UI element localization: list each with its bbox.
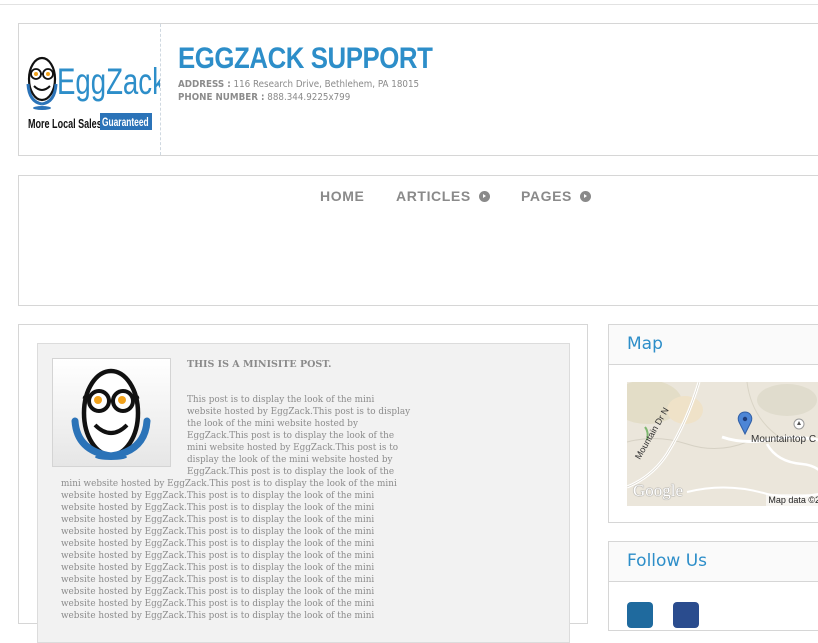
nav-pages-label: PAGES xyxy=(521,188,572,204)
main-nav: HOME ARTICLES PAGES xyxy=(18,175,818,306)
facebook-icon[interactable] xyxy=(673,602,699,628)
phone-value[interactable]: 888.344.9225x799 xyxy=(267,92,350,103)
follow-widget: Follow Us xyxy=(608,541,818,631)
post-body-line: website hosted by EggZack.This post is t… xyxy=(61,526,375,537)
chevron-right-icon xyxy=(478,190,490,202)
eggzack-logo-icon: EggZack More Local Sales Guaranteed xyxy=(26,56,166,132)
post-body-line: website hosted by EggZack.This post is t… xyxy=(61,598,375,609)
nav-pages[interactable]: PAGES xyxy=(521,188,591,204)
address-line: ADDRESS : 116 Research Drive, Bethlehem,… xyxy=(178,79,419,90)
map-widget-header: Map xyxy=(609,325,818,365)
nav-articles[interactable]: ARTICLES xyxy=(396,188,490,204)
map-place-label: Mountaintop C xyxy=(751,434,817,445)
logo-wordmark: EggZack xyxy=(57,60,160,102)
content-panel: THIS IS A MINISITE POST. This post is to… xyxy=(18,324,588,643)
post-body-line: This post is to display the look of the … xyxy=(187,394,375,405)
post-title[interactable]: THIS IS A MINISITE POST. xyxy=(187,359,331,370)
nav-articles-label: ARTICLES xyxy=(396,188,471,204)
address-value: 116 Research Drive, Bethlehem, PA 18015 xyxy=(233,79,420,90)
post-body-line: website hosted by EggZack.This post is t… xyxy=(61,538,375,549)
post-body-line: the look of the mini website hosted by xyxy=(187,418,358,429)
logo[interactable]: EggZack More Local Sales Guaranteed xyxy=(19,24,166,155)
post-thumbnail[interactable] xyxy=(52,358,171,467)
map-attribution[interactable]: Map data ©20 xyxy=(766,494,818,506)
nav-home[interactable]: HOME xyxy=(320,188,364,204)
follow-widget-header: Follow Us xyxy=(609,542,818,582)
post-body-line: mini website hosted by EggZack.This post… xyxy=(187,442,399,453)
top-divider xyxy=(0,4,818,5)
post-body-line: EggZack.This post is to display the look… xyxy=(187,466,395,477)
phone-line: PHONE NUMBER : 888.344.9225x799 xyxy=(178,92,350,103)
post-body-line: website hosted by EggZack.This post is t… xyxy=(61,514,375,525)
logo-guaranteed-badge: Guaranteed xyxy=(102,117,149,130)
egg-mascot-icon xyxy=(53,359,170,466)
post-body-line: display the look of the mini website hos… xyxy=(187,454,393,465)
phone-label: PHONE NUMBER : xyxy=(178,92,265,103)
post-body-line: website hosted by EggZack.This post is t… xyxy=(61,562,375,573)
post-body-line: website hosted by EggZack.This post is t… xyxy=(61,502,375,513)
map-widget-title: Map xyxy=(627,334,663,354)
post-card: THIS IS A MINISITE POST. This post is to… xyxy=(37,343,570,643)
post-body-line: website hosted by EggZack.This post is t… xyxy=(61,586,375,597)
post-body-line: website hosted by EggZack.This post is t… xyxy=(61,574,375,585)
nav-home-label: HOME xyxy=(320,188,365,204)
post-body-line: mini website hosted by EggZack.This post… xyxy=(61,478,397,489)
site-header: EggZack More Local Sales Guaranteed EGGZ… xyxy=(18,23,818,156)
post-body-line: website hosted by EggZack.This post is t… xyxy=(61,550,375,561)
logo-tagline: More Local Sales xyxy=(28,118,102,132)
chevron-right-icon xyxy=(579,190,591,202)
post-body-line: website hosted by EggZack.This post is t… xyxy=(61,610,375,621)
post-body-line: website hosted by EggZack.This post is t… xyxy=(61,490,375,501)
map-widget: Map Mountaintop C Mountain Dr N Google M… xyxy=(608,324,818,523)
linkedin-icon[interactable] xyxy=(627,602,653,628)
google-logo[interactable]: Google xyxy=(633,481,683,501)
post-body-line: EggZack.This post is to display the look… xyxy=(187,430,395,441)
address-label: ADDRESS : xyxy=(178,79,231,90)
follow-widget-title: Follow Us xyxy=(627,551,708,571)
embedded-map[interactable]: Mountaintop C Mountain Dr N Google Map d… xyxy=(627,382,818,506)
site-title: EGGZACK SUPPORT xyxy=(178,42,433,75)
post-body-line: website hosted by EggZack.This post is t… xyxy=(187,406,411,417)
